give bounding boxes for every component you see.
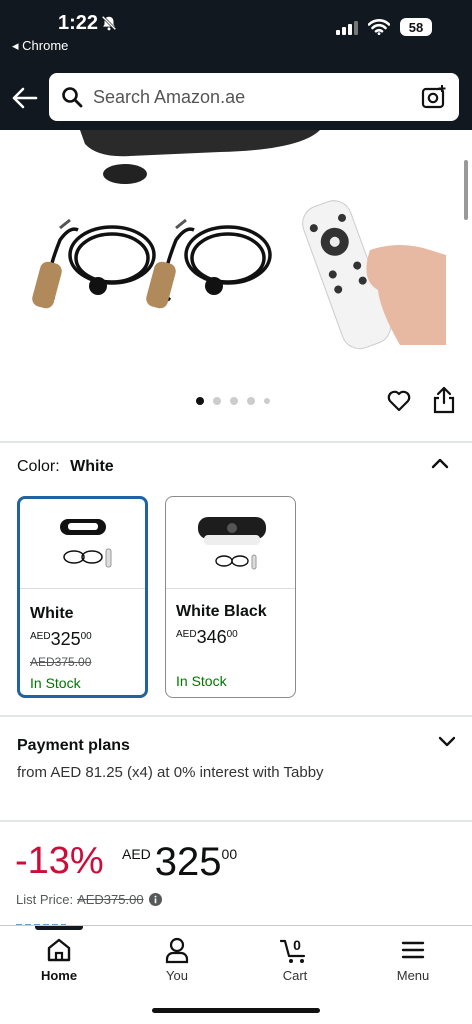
back-to-app-link[interactable]: ◂ Chrome <box>12 38 68 54</box>
color-option-name: White <box>30 605 74 622</box>
status-time: 1:22 <box>58 12 99 34</box>
search-input[interactable]: Search Amazon.ae <box>93 87 421 108</box>
color-selected-value: White <box>70 458 114 475</box>
gallery-dot[interactable] <box>247 397 255 405</box>
price-currency: AED <box>30 631 51 642</box>
price-fraction: 00 <box>80 631 92 642</box>
scrollbar[interactable] <box>464 160 468 220</box>
price-currency: AED <box>176 629 197 640</box>
color-option-thumbnail <box>166 497 295 589</box>
color-option-price: AED 325 00 <box>30 629 92 650</box>
camera-search-icon[interactable] <box>421 84 447 110</box>
app-header: 1:22 ◂ Chrome 58 Search Amazon.ae <box>0 0 472 130</box>
product-image-gallery[interactable] <box>0 130 472 440</box>
wifi-icon <box>368 19 390 35</box>
section-divider <box>0 820 472 822</box>
search-icon <box>62 87 83 108</box>
payment-plans-description: from AED 81.25 (x4) at 0% interest with … <box>17 764 324 781</box>
bell-muted-icon <box>101 15 117 31</box>
chevron-down-icon[interactable] <box>438 734 456 748</box>
product-image <box>32 130 446 350</box>
home-icon <box>47 938 71 962</box>
color-option-thumbnail <box>20 499 145 589</box>
payment-plans-title[interactable]: Payment plans <box>17 737 130 755</box>
gallery-pagination[interactable] <box>196 397 270 405</box>
nav-active-indicator <box>35 926 83 930</box>
user-icon <box>165 937 189 964</box>
info-icon[interactable] <box>148 893 162 906</box>
hamburger-menu-icon <box>401 941 425 959</box>
discount-percentage: -13% <box>15 840 104 882</box>
price-whole: 346 <box>196 627 227 647</box>
stock-status: In Stock <box>30 675 81 691</box>
gallery-dot[interactable] <box>196 397 204 405</box>
price-whole: 325 <box>50 629 81 649</box>
nav-cart[interactable]: 0 Cart <box>250 936 340 983</box>
price-fraction: 00 <box>221 846 238 862</box>
nav-you[interactable]: You <box>132 936 222 983</box>
share-icon[interactable] <box>432 386 456 414</box>
status-icons: 58 <box>336 18 432 36</box>
section-divider <box>0 441 472 443</box>
product-price: AED 325 00 <box>122 840 237 884</box>
price-fraction: 00 <box>226 629 238 640</box>
nav-home-label: Home <box>40 968 78 983</box>
stock-status: In Stock <box>176 673 227 689</box>
cart-icon: 0 <box>280 937 306 963</box>
list-price-label: List Price: <box>16 892 74 907</box>
search-bar[interactable]: Search Amazon.ae <box>49 73 459 121</box>
section-divider <box>0 715 472 717</box>
cart-count: 0 <box>293 937 301 953</box>
list-price-value: AED375.00 <box>77 892 144 907</box>
gallery-dot[interactable] <box>264 398 270 404</box>
home-indicator[interactable] <box>152 1008 320 1013</box>
color-option-name: White Black <box>176 603 267 620</box>
chevron-up-icon[interactable] <box>430 456 450 470</box>
color-option-price: AED 346 00 <box>176 627 238 648</box>
nav-home[interactable]: Home <box>14 936 104 983</box>
list-price: List Price: AED375.00 <box>16 892 162 907</box>
color-option-white-black[interactable]: White Black AED 346 00 In Stock <box>165 496 296 698</box>
battery-indicator: 58 <box>400 18 432 36</box>
price-whole: 325 <box>154 840 222 884</box>
color-option-was-price: AED375.00 <box>30 655 92 669</box>
back-arrow-icon[interactable] <box>10 85 38 111</box>
heart-icon[interactable] <box>386 388 412 414</box>
color-option-white[interactable]: White AED 325 00 AED375.00 In Stock <box>17 496 148 698</box>
nav-menu[interactable]: Menu <box>368 936 458 983</box>
color-selector-header: Color: White <box>17 458 114 476</box>
color-label: Color: <box>17 458 60 475</box>
gallery-dot[interactable] <box>230 397 238 405</box>
nav-you-label: You <box>166 968 188 983</box>
nav-cart-label: Cart <box>282 968 308 983</box>
price-currency: AED <box>122 846 151 862</box>
gallery-dot[interactable] <box>213 397 221 405</box>
cellular-signal-icon <box>336 19 358 35</box>
nav-menu-label: Menu <box>396 968 430 983</box>
